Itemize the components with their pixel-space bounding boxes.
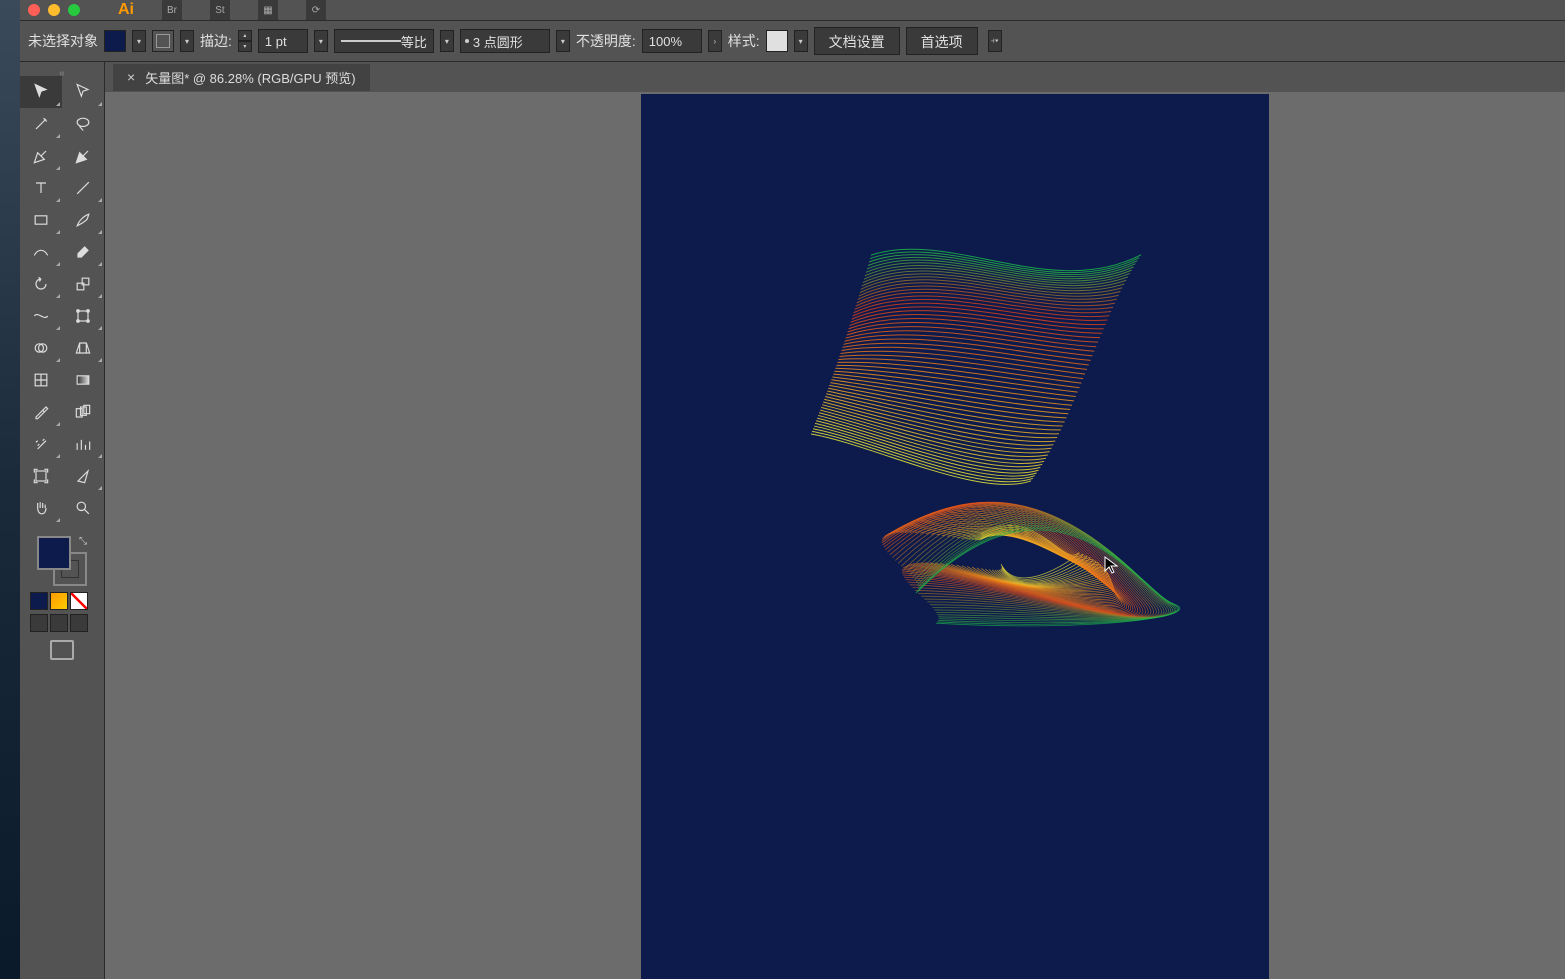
- type-tool[interactable]: [20, 172, 62, 204]
- fill-stroke-indicator[interactable]: ⤡: [37, 536, 87, 586]
- width-tool[interactable]: [20, 300, 62, 332]
- draw-behind-mode[interactable]: [50, 614, 68, 632]
- illustrator-window: Ai Br St ▦ ⟳ 未选择对象 ▾ ▾ 描边: ▴▾ ▾ 等比 ▾ 3 点…: [20, 0, 1565, 979]
- graphic-style-swatch[interactable]: [766, 30, 788, 52]
- shaper-tool[interactable]: [20, 236, 62, 268]
- rotate-tool[interactable]: [20, 268, 62, 300]
- curvature-tool[interactable]: [62, 140, 104, 172]
- document-setup-button[interactable]: 文档设置: [814, 27, 900, 55]
- line-tool[interactable]: [62, 172, 104, 204]
- opacity-label: 不透明度:: [576, 31, 636, 51]
- brush-preview-icon: [465, 39, 469, 43]
- hand-tool[interactable]: [20, 492, 62, 524]
- brush-label: 3 点圆形: [473, 32, 523, 51]
- stroke-weight-input[interactable]: [258, 29, 308, 53]
- style-label: 样式:: [728, 31, 760, 51]
- window-minimize-button[interactable]: [48, 4, 60, 16]
- stroke-weight-stepper[interactable]: ▴▾: [238, 30, 252, 52]
- rectangle-tool[interactable]: [20, 204, 62, 236]
- workspace: ⤡ × 矢量图* @ 86.28% (RGB/GPU: [20, 62, 1565, 979]
- color-mode-gradient[interactable]: [50, 592, 68, 610]
- titlebar: Ai Br St ▦ ⟳: [20, 0, 1565, 20]
- draw-normal-mode[interactable]: [30, 614, 48, 632]
- draw-inside-mode[interactable]: [70, 614, 88, 632]
- brush-dropdown[interactable]: ▾: [556, 30, 570, 52]
- tab-title: 矢量图* @ 86.28% (RGB/GPU 预览): [145, 68, 355, 87]
- perspective-tool[interactable]: [62, 332, 104, 364]
- shape-builder-tool[interactable]: [20, 332, 62, 364]
- preferences-button[interactable]: 首选项: [906, 27, 978, 55]
- document-area: × 矢量图* @ 86.28% (RGB/GPU 预览): [105, 62, 1565, 979]
- lasso-tool[interactable]: [62, 108, 104, 140]
- selection-status: 未选择对象: [28, 31, 98, 51]
- fill-swatch[interactable]: [104, 30, 126, 52]
- tab-close-icon[interactable]: ×: [127, 69, 135, 85]
- profile-label: 等比: [401, 32, 427, 51]
- artboard-tool[interactable]: [20, 460, 62, 492]
- artboard: [641, 94, 1269, 979]
- color-controls: ⤡: [20, 524, 104, 668]
- stroke-weight-dropdown[interactable]: ▾: [314, 30, 328, 52]
- scale-tool[interactable]: [62, 268, 104, 300]
- align-flyout[interactable]: ⫞▾: [988, 30, 1002, 52]
- document-tab[interactable]: × 矢量图* @ 86.28% (RGB/GPU 预览): [113, 64, 370, 91]
- window-maximize-button[interactable]: [68, 4, 80, 16]
- pen-tool[interactable]: [20, 140, 62, 172]
- stroke-label: 描边:: [200, 31, 232, 51]
- screen-mode-button[interactable]: [50, 640, 74, 660]
- eraser-tool[interactable]: [62, 236, 104, 268]
- free-transform-tool[interactable]: [62, 300, 104, 332]
- window-close-button[interactable]: [28, 4, 40, 16]
- color-mode-none[interactable]: [70, 592, 88, 610]
- eyedropper-tool[interactable]: [20, 396, 62, 428]
- zoom-tool[interactable]: [62, 492, 104, 524]
- magic-wand-tool[interactable]: [20, 108, 62, 140]
- canvas[interactable]: [105, 92, 1565, 979]
- tools-collapse-handle[interactable]: [20, 68, 104, 76]
- mesh-tool[interactable]: [20, 364, 62, 396]
- direct-selection-tool[interactable]: [62, 76, 104, 108]
- stroke-dropdown[interactable]: ▾: [180, 30, 194, 52]
- profile-dropdown[interactable]: ▾: [440, 30, 454, 52]
- column-graph-tool[interactable]: [62, 428, 104, 460]
- desktop-background: [0, 0, 20, 979]
- arrange-icon[interactable]: ▦: [258, 0, 278, 20]
- opacity-input[interactable]: [642, 29, 702, 53]
- blend-tool[interactable]: [62, 396, 104, 428]
- stroke-swatch[interactable]: [152, 30, 174, 52]
- fill-color-box[interactable]: [37, 536, 71, 570]
- stroke-profile[interactable]: 等比: [334, 29, 434, 53]
- stock-icon[interactable]: St: [210, 0, 230, 20]
- gradient-tool[interactable]: [62, 364, 104, 396]
- selection-tool[interactable]: [20, 76, 62, 108]
- document-tab-strip: × 矢量图* @ 86.28% (RGB/GPU 预览): [105, 62, 1565, 92]
- opacity-dropdown[interactable]: ›: [708, 30, 722, 52]
- paintbrush-tool[interactable]: [62, 204, 104, 236]
- style-dropdown[interactable]: ▾: [794, 30, 808, 52]
- slice-tool[interactable]: [62, 460, 104, 492]
- blend-artwork: [751, 234, 1191, 644]
- sync-icon[interactable]: ⟳: [306, 0, 326, 20]
- brush-definition[interactable]: 3 点圆形: [460, 29, 550, 53]
- fill-dropdown[interactable]: ▾: [132, 30, 146, 52]
- profile-line-icon: [341, 40, 401, 42]
- bridge-icon[interactable]: Br: [162, 0, 182, 20]
- color-mode-solid[interactable]: [30, 592, 48, 610]
- app-logo: Ai: [118, 1, 134, 19]
- symbol-sprayer-tool[interactable]: [20, 428, 62, 460]
- swap-fill-stroke-icon[interactable]: ⤡: [79, 536, 87, 547]
- tools-panel: ⤡: [20, 62, 105, 979]
- control-bar: 未选择对象 ▾ ▾ 描边: ▴▾ ▾ 等比 ▾ 3 点圆形 ▾ 不透明度: › …: [20, 20, 1565, 62]
